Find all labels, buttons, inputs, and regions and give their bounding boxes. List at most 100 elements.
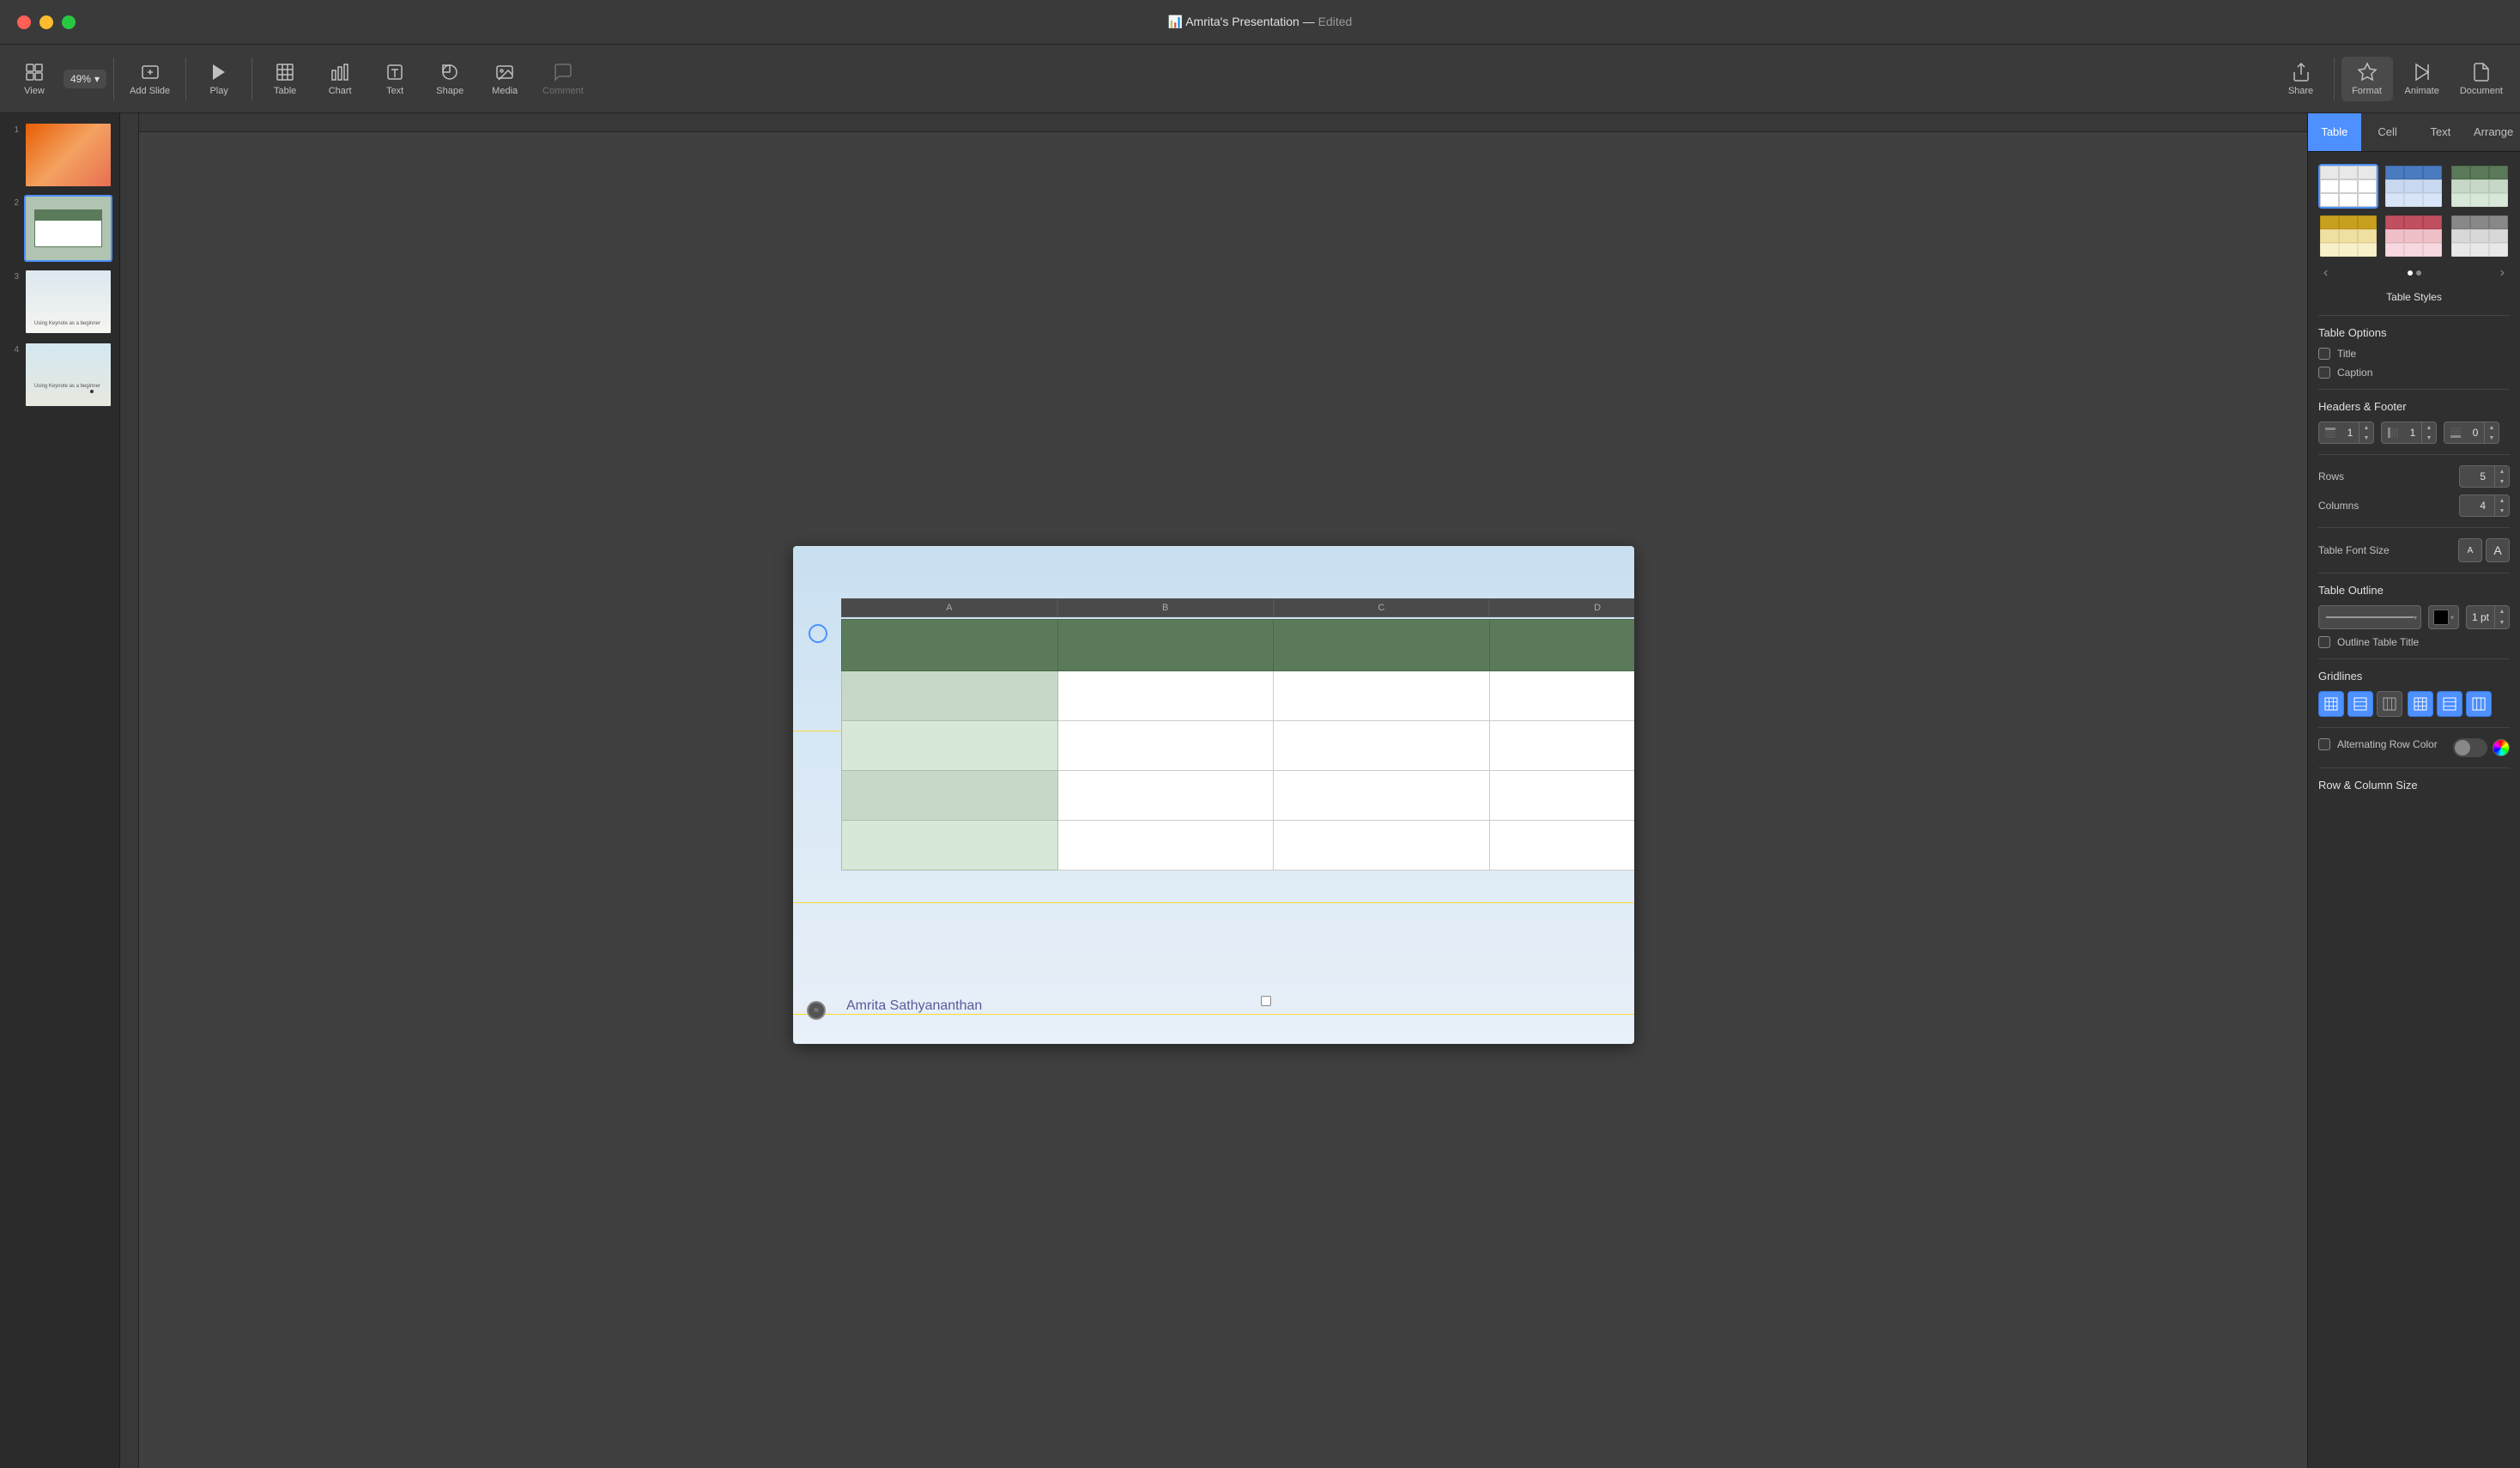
table-row-3[interactable] — [842, 771, 1635, 821]
caption-checkbox[interactable] — [2318, 367, 2330, 379]
ts-green-header[interactable] — [2450, 164, 2510, 209]
table-cell-3-c[interactable] — [1274, 771, 1490, 821]
media-tool-button[interactable]: Media — [479, 57, 530, 101]
rows-control[interactable]: 5 — [2459, 465, 2510, 488]
gridlines-h-btn[interactable] — [2347, 691, 2373, 717]
columns-stepper[interactable] — [2494, 495, 2509, 516]
footer-control[interactable]: 0 — [2444, 422, 2499, 444]
slide-preview-3[interactable]: Using Keynote as a beginner — [24, 269, 112, 335]
outline-color-picker[interactable]: ▾ — [2428, 605, 2459, 629]
table-cell-h-c[interactable] — [1274, 620, 1490, 671]
header-cols-control[interactable]: 1 — [2381, 422, 2437, 444]
table-cell-2-a[interactable] — [842, 721, 1058, 771]
slide-preview-1[interactable] — [24, 122, 112, 188]
table-cell-3-a[interactable] — [842, 771, 1058, 821]
ts-blue-header[interactable] — [2384, 164, 2444, 209]
format-button[interactable]: Format — [2341, 57, 2393, 101]
tab-cell[interactable]: Cell — [2361, 113, 2414, 151]
shape-tool-button[interactable]: Shape — [424, 57, 476, 101]
slide-canvas[interactable]: A B C D — [793, 546, 1634, 1044]
zoom-control[interactable]: 49% ▾ — [64, 70, 106, 88]
maximize-button[interactable] — [62, 15, 76, 29]
view-button[interactable]: View — [9, 57, 60, 101]
table-row-2[interactable] — [842, 721, 1635, 771]
slide-thumb-4[interactable]: 4 Using Keynote as a beginner — [7, 342, 112, 408]
ts-prev-button[interactable]: ‹ — [2318, 265, 2333, 281]
table-cell-4-d[interactable] — [1489, 821, 1634, 870]
tab-text[interactable]: Text — [2414, 113, 2468, 151]
ts-pink-header[interactable] — [2384, 214, 2444, 258]
table-cell-1-c[interactable] — [1274, 671, 1490, 721]
ts-white[interactable] — [2318, 164, 2378, 209]
header-rows-control[interactable]: 1 — [2318, 422, 2374, 444]
font-size-decrease[interactable]: A — [2458, 538, 2482, 562]
slide-preview-2[interactable] — [24, 195, 112, 261]
table-cell-1-d[interactable] — [1489, 671, 1634, 721]
ts-gray-header[interactable] — [2450, 214, 2510, 258]
gridlines-all-btn[interactable] — [2318, 691, 2344, 717]
title-checkbox[interactable] — [2318, 348, 2330, 360]
slide-preview-4[interactable]: Using Keynote as a beginner — [24, 342, 112, 408]
header-cols-down[interactable] — [2422, 433, 2436, 443]
outline-pt-down[interactable] — [2495, 617, 2509, 628]
table-row-handle[interactable] — [809, 624, 827, 643]
share-button[interactable]: Share — [2275, 57, 2327, 101]
table-cell-2-b[interactable] — [1057, 721, 1274, 771]
slide-thumb-3[interactable]: 3 Using Keynote as a beginner — [7, 269, 112, 335]
table-row-4[interactable] — [842, 821, 1635, 870]
font-size-increase[interactable]: A — [2486, 538, 2510, 562]
table-cell-3-d[interactable] — [1489, 771, 1634, 821]
comment-tool-button[interactable]: Comment — [534, 57, 592, 101]
outline-pt-control[interactable]: 1 pt — [2466, 605, 2510, 629]
table-cell-h-d[interactable] — [1489, 620, 1634, 671]
columns-up[interactable] — [2495, 495, 2509, 506]
columns-control[interactable]: 4 — [2459, 494, 2510, 517]
outline-pt-stepper[interactable] — [2494, 606, 2509, 628]
gridlines-v-btn[interactable] — [2377, 691, 2402, 717]
close-button[interactable] — [17, 15, 31, 29]
footer-up[interactable] — [2485, 422, 2499, 433]
alt-row-color-picker[interactable] — [2493, 739, 2510, 756]
slide-thumb-2[interactable]: 2 — [7, 195, 112, 261]
outline-title-checkbox[interactable] — [2318, 636, 2330, 648]
outline-pt-up[interactable] — [2495, 606, 2509, 617]
ts-next-button[interactable]: › — [2495, 265, 2510, 281]
ts-yellow-header[interactable] — [2318, 214, 2378, 258]
alt-row-toggle[interactable] — [2453, 738, 2487, 757]
table-cell-1-a[interactable] — [842, 671, 1058, 721]
minimize-button[interactable] — [39, 15, 53, 29]
text-tool-button[interactable]: Text — [369, 57, 421, 101]
table-cell-h-b[interactable] — [1057, 620, 1274, 671]
slide-table[interactable] — [841, 619, 1634, 870]
alt-row-checkbox[interactable] — [2318, 738, 2330, 750]
add-slide-button[interactable]: Add Slide — [121, 57, 179, 101]
table-tool-button[interactable]: Table — [259, 57, 311, 101]
header-cols-stepper[interactable] — [2421, 422, 2436, 443]
table-cell-2-d[interactable] — [1489, 721, 1634, 771]
table-cell-2-c[interactable] — [1274, 721, 1490, 771]
play-button[interactable]: Play — [193, 57, 245, 101]
table-cell-3-b[interactable] — [1057, 771, 1274, 821]
footer-down[interactable] — [2485, 433, 2499, 443]
gridlines-inner-all-btn[interactable] — [2408, 691, 2433, 717]
chart-tool-button[interactable]: Chart — [314, 57, 366, 101]
slide-thumb-1[interactable]: 1 — [7, 122, 112, 188]
tab-arrange[interactable]: Arrange — [2467, 113, 2520, 151]
document-button[interactable]: Document — [2451, 57, 2511, 101]
header-rows-up[interactable] — [2359, 422, 2373, 433]
rows-down[interactable] — [2495, 476, 2509, 487]
rows-stepper[interactable] — [2494, 466, 2509, 487]
outline-style-picker[interactable]: ▾ — [2318, 605, 2421, 629]
header-rows-down[interactable] — [2359, 433, 2373, 443]
gridlines-inner-v-btn[interactable] — [2466, 691, 2492, 717]
table-cell-4-a[interactable] — [842, 821, 1058, 870]
footer-stepper[interactable] — [2484, 422, 2499, 443]
animate-button[interactable]: Animate — [2396, 57, 2448, 101]
rows-up[interactable] — [2495, 466, 2509, 476]
table-row-1[interactable] — [842, 671, 1635, 721]
table-cell-1-b[interactable] — [1057, 671, 1274, 721]
gridlines-inner-h-btn[interactable] — [2437, 691, 2462, 717]
table-cell-4-c[interactable] — [1274, 821, 1490, 870]
slide-table-container[interactable]: A B C D — [826, 619, 1634, 1001]
table-cell-h-a[interactable] — [842, 620, 1058, 671]
